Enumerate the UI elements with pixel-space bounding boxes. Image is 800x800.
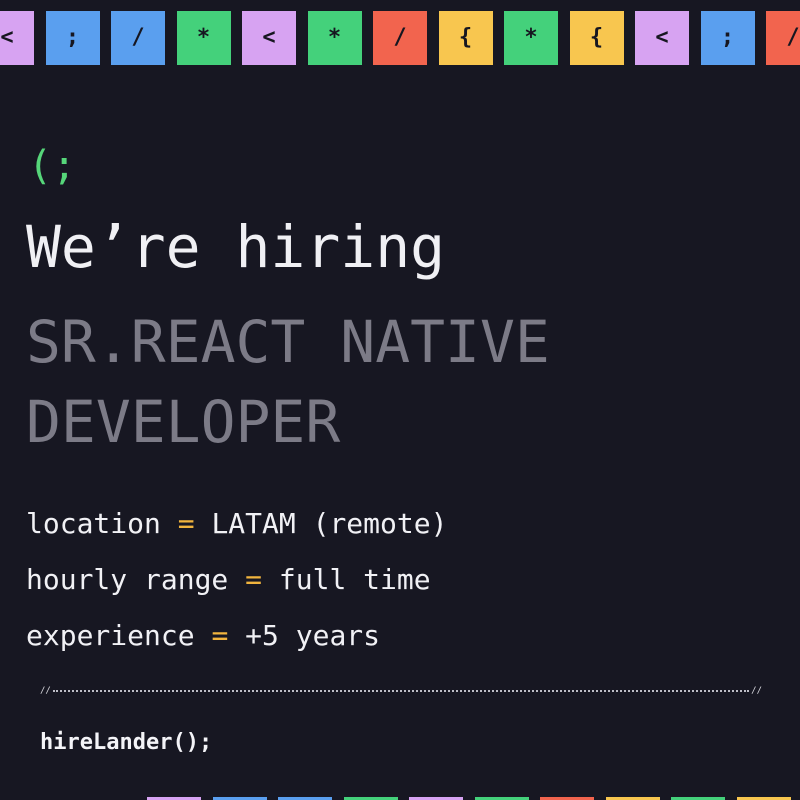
symbol-tile: <	[635, 11, 689, 65]
symbol-tile: /	[766, 11, 800, 65]
detail-key: location	[26, 507, 161, 540]
symbol-tile: *	[504, 11, 558, 65]
comment-divider: // //	[40, 684, 762, 698]
symbol-tile: *	[307, 11, 362, 65]
symbol-tile: <	[242, 11, 296, 65]
symbol-tile: *	[176, 11, 231, 65]
detail-value: full time	[278, 563, 431, 596]
detail-location: location = LATAM (remote)	[26, 496, 447, 552]
detail-hourly-range: hourly range = full time	[26, 552, 447, 608]
symbol-tile: {	[569, 11, 624, 65]
detail-value: LATAM (remote)	[211, 507, 448, 540]
divider-dotted-line	[52, 690, 750, 692]
symbol-tile: /	[373, 11, 427, 65]
detail-key: experience	[26, 619, 195, 652]
equals-sign: =	[211, 619, 246, 652]
equals-sign: =	[245, 563, 279, 596]
divider-right-mark: //	[751, 686, 762, 696]
symbol-tile: /	[111, 11, 165, 65]
role-line-2: DEVELOPER	[26, 388, 341, 456]
job-details: location = LATAM (remote) hourly range =…	[26, 496, 447, 664]
role-line-1: SR.REACT NATIVE	[26, 308, 550, 376]
function-call: hireLander();	[40, 730, 213, 755]
detail-value: +5 years	[245, 619, 381, 652]
detail-key: hourly range	[26, 563, 229, 596]
symbol-tile: <	[0, 11, 34, 65]
top-tile-strip: <; / * < * /{*{<; /	[0, 11, 800, 65]
divider-left-mark: //	[40, 686, 51, 696]
symbol-tile: ;	[45, 11, 100, 65]
symbol-tile: {	[438, 11, 493, 65]
role-title: SR.REACT NATIVE DEVELOPER	[26, 302, 550, 462]
headline: We’re hiring	[26, 213, 446, 281]
symbol-tile: ;	[700, 11, 755, 65]
equals-sign: =	[177, 507, 212, 540]
detail-experience: experience = +5 years	[26, 608, 447, 664]
code-glyph: (;	[28, 143, 77, 189]
